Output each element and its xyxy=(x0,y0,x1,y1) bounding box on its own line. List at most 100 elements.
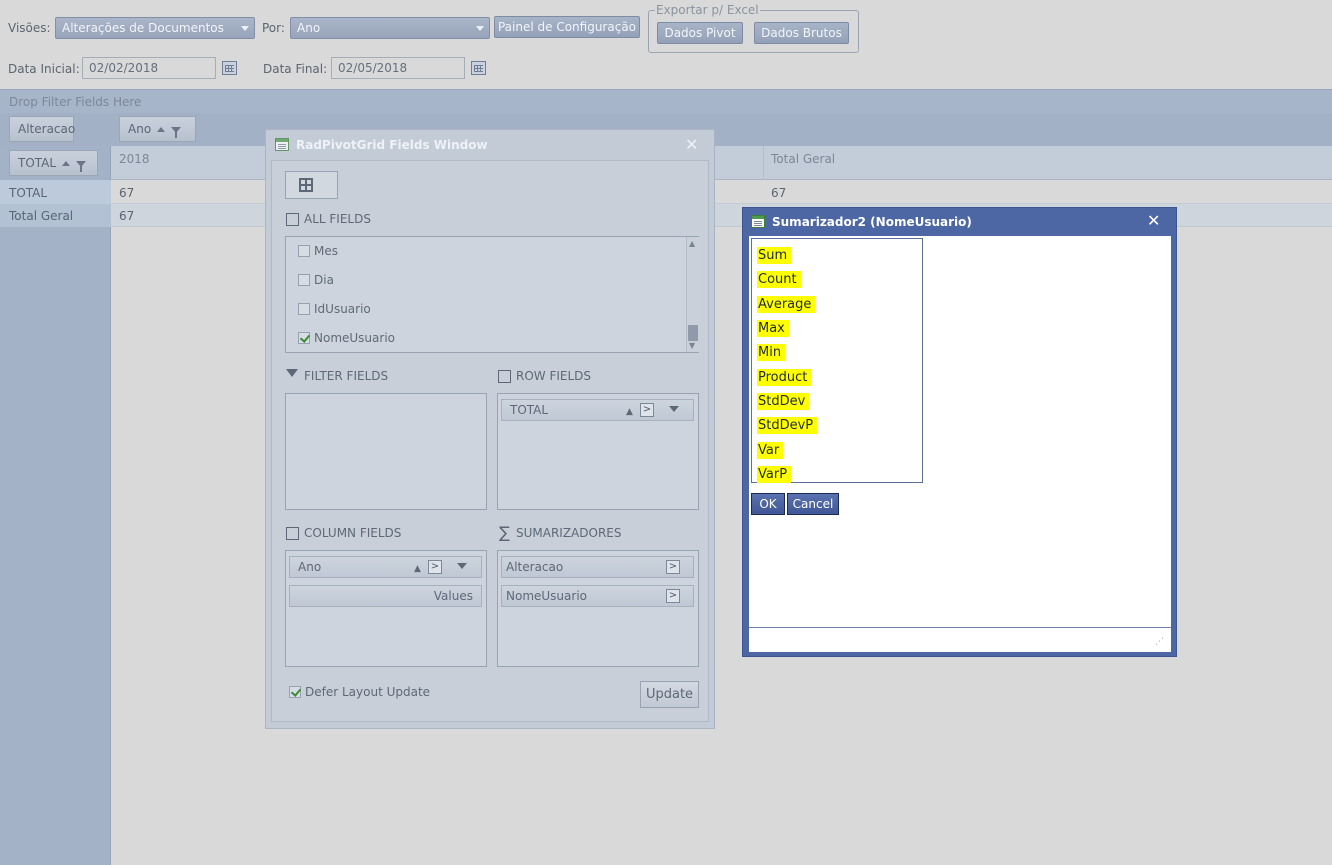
data-final-label: Data Final: xyxy=(263,62,328,76)
filter-zone-label: Drop Filter Fields Here xyxy=(9,95,142,109)
row-label: Total Geral xyxy=(9,209,74,223)
field-label: IdUsuario xyxy=(314,302,371,316)
checkbox[interactable] xyxy=(298,303,310,315)
filter-icon[interactable] xyxy=(76,160,87,172)
por-value: Ano xyxy=(297,21,321,35)
scrollbar-thumb[interactable] xyxy=(688,325,698,341)
row-field-chip[interactable]: TOTAL xyxy=(9,150,98,176)
checkbox[interactable] xyxy=(298,274,310,286)
sort-ascending-icon[interactable] xyxy=(62,161,71,166)
column-field-label: Ano xyxy=(128,122,152,136)
por-select[interactable]: Ano xyxy=(290,17,490,39)
export-pivot-button[interactable]: Dados Pivot xyxy=(657,22,743,44)
sort-ascending-icon[interactable]: ▲ xyxy=(414,559,421,579)
scroll-down-icon[interactable]: ▼ xyxy=(689,341,695,350)
scroll-up-icon[interactable]: ▲ xyxy=(689,239,695,248)
checkbox-checked[interactable] xyxy=(289,686,301,698)
data-inicial-input[interactable]: 02/02/2018 xyxy=(82,57,216,79)
list-item[interactable]: VarP xyxy=(757,466,792,483)
data-final-input[interactable]: 02/05/2018 xyxy=(331,57,465,79)
export-raw-button[interactable]: Dados Brutos xyxy=(754,22,849,44)
filter-icon[interactable] xyxy=(457,563,467,569)
summarizer-dialog-titlebar[interactable]: Sumarizador2 (NomeUsuario) xyxy=(743,208,1176,236)
data-field-chip[interactable]: Alteracao xyxy=(9,116,75,142)
resize-grip-icon[interactable]: ⋰ xyxy=(1155,637,1164,647)
filter-zone[interactable]: Drop Filter Fields Here xyxy=(0,89,1332,113)
close-icon[interactable]: ✕ xyxy=(1147,211,1160,230)
aggregate-function-list[interactable]: Sum Count Average Max Min Product StdDev… xyxy=(751,238,923,483)
column-fields-zone[interactable]: Ano ▲ > Values xyxy=(285,550,487,667)
chevron-right-icon[interactable]: > xyxy=(666,560,680,574)
checkbox-checked[interactable] xyxy=(298,332,310,344)
defer-layout-label: Defer Layout Update xyxy=(305,685,431,699)
fields-window-title: RadPivotGrid Fields Window xyxy=(296,138,488,152)
field-item-nomeusuario[interactable]: NomeUsuario xyxy=(298,331,395,345)
cell-value: 67 xyxy=(119,209,135,223)
filter-fields-zone[interactable] xyxy=(285,393,487,510)
visoes-select[interactable]: Alterações de Documentos xyxy=(55,17,255,39)
field-item-idusuario[interactable]: IdUsuario xyxy=(298,302,371,316)
row-fields-title: ROW FIELDS xyxy=(516,369,592,383)
list-item[interactable]: StdDev xyxy=(757,393,810,410)
field-label: Dia xyxy=(314,273,334,287)
defer-layout-checkbox[interactable]: Defer Layout Update xyxy=(289,685,430,699)
column-fields-title: COLUMN FIELDS xyxy=(304,526,402,540)
sumarizador-chip[interactable]: Alteracao > xyxy=(501,556,694,578)
close-icon[interactable]: ✕ xyxy=(685,135,698,154)
filter-icon[interactable] xyxy=(171,126,182,138)
row-fields-icon xyxy=(498,370,511,383)
list-item[interactable]: Min xyxy=(757,344,786,361)
chevron-right-icon[interactable]: > xyxy=(640,403,654,417)
calendar-icon[interactable] xyxy=(222,61,237,75)
list-item[interactable]: Var xyxy=(757,442,784,459)
row-field-chip[interactable]: TOTAL ▲ > xyxy=(501,399,694,421)
row-label: TOTAL xyxy=(9,186,48,200)
list-item[interactable]: Max xyxy=(757,320,789,337)
chevron-down-icon xyxy=(476,26,484,31)
window-icon xyxy=(751,215,765,228)
calendar-icon[interactable] xyxy=(471,61,486,75)
list-item[interactable]: Product xyxy=(757,369,812,386)
field-item-dia[interactable]: Dia xyxy=(298,273,334,287)
summarizer-dialog: Sumarizador2 (NomeUsuario) ✕ Sum Count A… xyxy=(742,207,1177,657)
column-fields-icon xyxy=(286,527,299,540)
visoes-value: Alterações de Documentos xyxy=(62,21,224,35)
sumarizadores-zone[interactable]: Alteracao > NomeUsuario > xyxy=(497,550,699,667)
layout-toggle-button[interactable] xyxy=(285,171,338,199)
export-legend: Exportar p/ Excel xyxy=(656,3,759,17)
all-fields-title: ALL FIELDS xyxy=(304,212,371,226)
update-button[interactable]: Update xyxy=(640,681,699,708)
list-item[interactable]: Average xyxy=(757,296,816,313)
config-panel-button[interactable]: Painel de Configuração xyxy=(494,16,640,38)
column-field-chip[interactable]: Ano ▲ > xyxy=(289,556,482,578)
scrollbar[interactable]: ▲ ▼ xyxy=(686,237,699,352)
values-field-label: Values xyxy=(433,589,473,603)
filter-icon xyxy=(286,369,298,377)
row-fields-zone[interactable]: TOTAL ▲ > xyxy=(497,393,699,510)
grid-layout-icon xyxy=(299,178,313,192)
field-item-mes[interactable]: Mes xyxy=(298,244,338,258)
list-item[interactable]: StdDevP xyxy=(757,417,818,434)
chevron-right-icon[interactable]: > xyxy=(666,589,680,603)
all-fields-icon xyxy=(286,213,299,226)
ok-button[interactable]: OK xyxy=(751,493,785,515)
checkbox[interactable] xyxy=(298,245,310,257)
status-divider xyxy=(749,627,1171,628)
column-field-chip[interactable]: Ano xyxy=(119,116,196,142)
sumarizador-chip[interactable]: NomeUsuario > xyxy=(501,585,694,607)
cancel-button[interactable]: Cancel xyxy=(787,493,839,515)
filter-icon[interactable] xyxy=(669,406,679,412)
column-header-2018: 2018 xyxy=(119,152,150,166)
column-field-label: Ano xyxy=(298,560,322,574)
values-field-chip[interactable]: Values xyxy=(289,585,482,607)
fields-window: RadPivotGrid Fields Window ✕ ALL FIELDS … xyxy=(265,129,715,729)
chevron-right-icon[interactable]: > xyxy=(428,560,442,574)
fields-window-titlebar[interactable]: RadPivotGrid Fields Window xyxy=(266,130,714,160)
row-field-label: TOTAL xyxy=(18,156,57,170)
sumarizadores-title: SUMARIZADORES xyxy=(516,526,622,540)
sort-ascending-icon[interactable] xyxy=(157,127,166,132)
sort-ascending-icon[interactable]: ▲ xyxy=(626,402,633,422)
cell-value: 67 xyxy=(771,186,787,200)
list-item[interactable]: Count xyxy=(757,271,801,288)
list-item[interactable]: Sum xyxy=(757,247,792,264)
